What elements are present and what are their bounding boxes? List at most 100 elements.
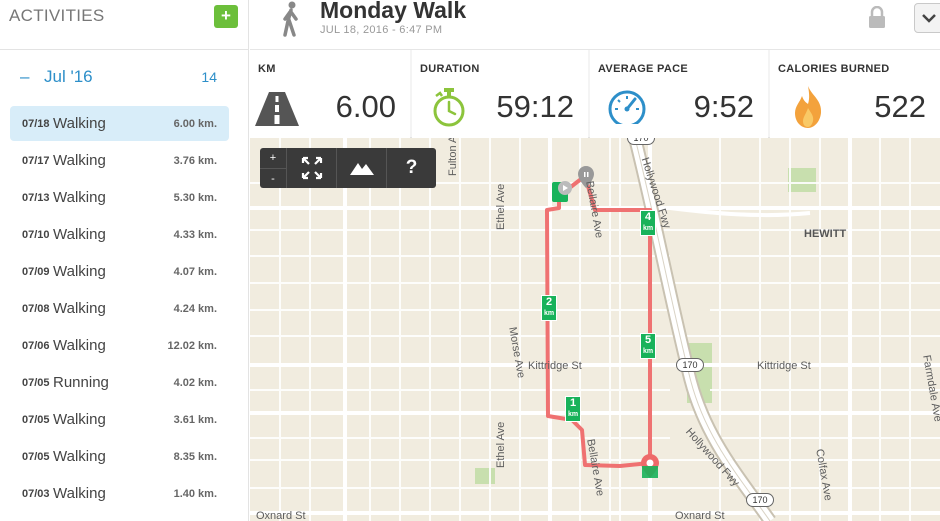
street-label: Oxnard St: [675, 510, 725, 521]
street-label: Fulton Ave: [447, 138, 459, 176]
speedometer-icon: [608, 90, 646, 124]
activity-datetime: JUL 18, 2016 - 6:47 PM: [320, 24, 443, 36]
stat-calories: CALORIES BURNED 522: [770, 50, 940, 138]
stat-label: KM: [258, 63, 276, 75]
activity-type: Walking: [53, 152, 106, 169]
activity-type: Walking: [53, 337, 106, 354]
activity-type: Walking: [53, 300, 106, 317]
activity-type: Walking: [53, 448, 106, 465]
activity-distance: 8.35 km.: [173, 451, 217, 463]
activity-distance: 3.61 km.: [173, 414, 217, 426]
neighborhood-label: HEWITT: [804, 228, 847, 240]
activity-list-item[interactable]: 07/05 Walking 3.61 km.: [10, 402, 229, 439]
activity-list-item[interactable]: 07/06 Walking 12.02 km.: [10, 328, 229, 365]
activity-date: 07/05: [22, 377, 50, 389]
app-window: ACTIVITIES + – Jul '16 14 07/18 Walking …: [0, 0, 940, 521]
stat-value: 6.00: [335, 89, 396, 124]
activity-list-item[interactable]: 07/05 Running 4.02 km.: [10, 365, 229, 402]
activity-date: 07/05: [22, 451, 50, 463]
activity-list-item[interactable]: 07/17 Walking 3.76 km.: [10, 143, 229, 180]
walking-person-icon: [283, 1, 298, 37]
add-activity-button[interactable]: +: [214, 5, 238, 28]
activity-type: Running: [53, 374, 109, 391]
flame-icon: [795, 86, 822, 128]
stat-value: 522: [874, 89, 926, 124]
activity-type: Walking: [53, 411, 106, 428]
km-marker[interactable]: 1 km: [565, 396, 581, 422]
activity-list-item[interactable]: 07/05 Walking 8.35 km.: [10, 439, 229, 476]
street-label: Kittridge St: [757, 360, 811, 372]
help-button[interactable]: ?: [386, 148, 436, 188]
stat-label: DURATION: [420, 63, 480, 75]
activity-type: Walking: [53, 263, 106, 280]
activity-date: 07/05: [22, 414, 50, 426]
activity-type: Walking: [53, 189, 106, 206]
activity-distance: 6.00 km.: [173, 118, 217, 130]
activity-distance: 5.30 km.: [173, 192, 217, 204]
stopwatch-icon: [433, 88, 465, 127]
activity-date: 07/18: [22, 118, 50, 130]
fullscreen-icon: [301, 156, 323, 180]
street-label: Kittridge St: [528, 360, 582, 372]
activity-date: 07/08: [22, 303, 50, 315]
route-map[interactable]: Fulton Ave Ethel Ave Bellaire Ave Hollyw…: [250, 138, 940, 521]
activity-distance: 4.02 km.: [173, 377, 217, 389]
activity-date: 07/09: [22, 266, 50, 278]
activity-list: 07/18 Walking 6.00 km. 07/17 Walking 3.7…: [10, 106, 229, 513]
activity-date: 07/13: [22, 192, 50, 204]
activity-list-item[interactable]: 07/09 Walking 4.07 km.: [10, 254, 229, 291]
fullscreen-button[interactable]: [286, 148, 336, 188]
activity-list-item[interactable]: 07/13 Walking 5.30 km.: [10, 180, 229, 217]
activity-header: Monday Walk JUL 18, 2016 - 6:47 PM: [250, 0, 940, 50]
activity-date: 07/17: [22, 155, 50, 167]
activity-type: Walking: [53, 485, 106, 502]
month-label: Jul '16: [44, 67, 93, 86]
terrain-button[interactable]: [336, 148, 386, 188]
sidebar-title: ACTIVITIES: [9, 6, 105, 25]
stat-average-pace: AVERAGE PACE 9:52: [590, 50, 768, 138]
stat-label: AVERAGE PACE: [598, 63, 688, 75]
activity-list-item[interactable]: 07/18 Walking 6.00 km.: [10, 106, 229, 141]
activity-date: 07/06: [22, 340, 50, 352]
month-group-toggle[interactable]: – Jul '16 14: [0, 58, 249, 94]
stat-value: 9:52: [693, 89, 754, 124]
stat-km: KM 6.00: [250, 50, 410, 138]
street-label: Ethel Ave: [495, 183, 507, 230]
highway-shield: 170: [676, 358, 704, 372]
activity-distance: 1.40 km.: [173, 488, 217, 500]
mountains-icon: [350, 163, 374, 175]
activity-date: 07/03: [22, 488, 50, 500]
stats-bar: KM 6.00 DURATION 59:12 AVERAGE PACE 9:52…: [250, 50, 940, 138]
activity-list-item[interactable]: 07/10 Walking 4.33 km.: [10, 217, 229, 254]
lock-icon[interactable]: [868, 6, 886, 28]
activity-date: 07/10: [22, 229, 50, 241]
map-controls: + - ?: [260, 148, 436, 188]
month-activity-count: 14: [201, 69, 217, 85]
zoom-in-button[interactable]: +: [260, 148, 286, 168]
km-marker[interactable]: 4 km: [640, 210, 656, 236]
stat-label: CALORIES BURNED: [778, 63, 890, 75]
activity-distance: 12.02 km.: [167, 340, 217, 352]
activity-title: Monday Walk: [320, 0, 467, 23]
sidebar-header: ACTIVITIES +: [0, 0, 248, 50]
activity-list-item[interactable]: 07/08 Walking 4.24 km.: [10, 291, 229, 328]
street-label: Ethel Ave: [495, 421, 507, 468]
collapse-icon: –: [20, 67, 30, 86]
km-marker[interactable]: 2 km: [541, 295, 557, 321]
chevron-down-icon: [922, 14, 936, 23]
highway-shield: 170: [627, 138, 655, 145]
activity-list-item[interactable]: 07/03 Walking 1.40 km.: [10, 476, 229, 513]
zoom-out-button[interactable]: -: [260, 168, 286, 188]
activity-distance: 3.76 km.: [173, 155, 217, 167]
activity-type: Walking: [53, 115, 106, 132]
stat-value: 59:12: [496, 89, 574, 124]
options-dropdown-button[interactable]: [914, 3, 940, 33]
highway-shield: 170: [746, 493, 774, 507]
activity-distance: 4.07 km.: [173, 266, 217, 278]
activities-sidebar: ACTIVITIES + – Jul '16 14 07/18 Walking …: [0, 0, 249, 521]
road-icon: [255, 92, 299, 126]
km-marker[interactable]: 5 km: [640, 333, 656, 359]
activity-distance: 4.33 km.: [173, 229, 217, 241]
stat-duration: DURATION 59:12: [412, 50, 588, 138]
activity-type: Walking: [53, 226, 106, 243]
